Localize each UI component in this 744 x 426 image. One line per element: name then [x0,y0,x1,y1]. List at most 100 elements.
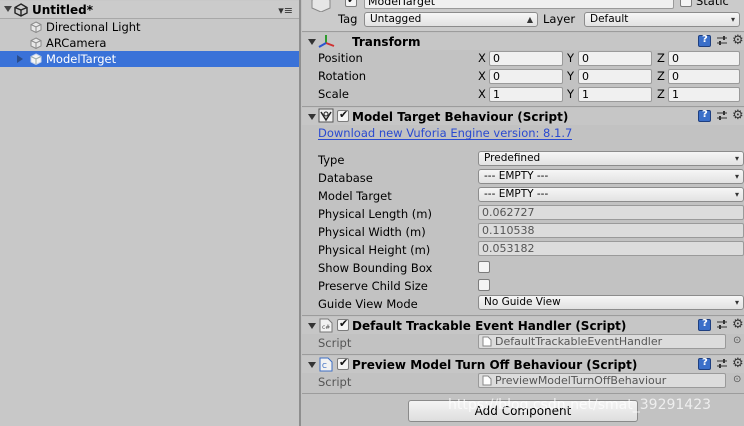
help-book-icon[interactable] [698,34,711,47]
dropdown-arrow-icon: ▾ [734,190,739,199]
add-component-button[interactable]: Add Component [408,400,638,422]
hierarchy-item-directional-light[interactable]: Directional Light [0,19,299,35]
type-dropdown[interactable]: Predefined ▾ [478,151,744,166]
svg-text:C: C [322,362,327,370]
script-value: PreviewModelTurnOffBehaviour [495,374,667,387]
download-vuforia-link[interactable]: Download new Vuforia Engine version: 8.1… [318,127,573,140]
help-book-icon[interactable] [698,318,711,331]
type-value: Predefined [484,152,541,164]
dropdown-arrow-icon: ▾ [734,298,739,307]
csharp-script-icon: c# [319,318,333,333]
divider [302,106,744,107]
rotation-label: Rotation [318,69,367,83]
position-z-field[interactable]: 0 [668,51,740,66]
active-checkbox[interactable] [345,0,357,7]
database-dropdown[interactable]: --- EMPTY --- ▾ [478,169,744,184]
dropdown-arrow-icon: ▾ [734,172,739,181]
axis-x-label: X [478,69,486,83]
axis-x-label: X [478,51,486,65]
scene-header[interactable]: Untitled* ▾≡ [0,1,299,19]
transform-foldout-icon[interactable] [308,39,316,45]
layer-label: Layer [543,12,576,26]
gear-icon[interactable]: ⚙ [732,357,744,370]
hierarchy-item-label: Directional Light [46,20,141,34]
vuforia-script-icon [318,108,334,123]
physical-width-label: Physical Width (m) [318,225,426,239]
help-book-icon[interactable] [698,357,711,370]
tag-value: Untagged [370,13,422,25]
divider [302,315,744,316]
gear-icon[interactable]: ⚙ [732,109,744,122]
scale-label: Scale [318,87,349,101]
preset-sliders-icon[interactable] [716,110,728,122]
scale-y-field[interactable]: 1 [578,87,652,102]
help-book-icon[interactable] [698,109,711,122]
divider [302,31,744,32]
dropdown-arrow-icon: ▾ [734,154,739,163]
physical-height-label: Physical Height (m) [318,243,431,257]
hierarchy-item-arcamera[interactable]: ARCamera [0,35,299,51]
rotation-x-field[interactable]: 0 [489,69,563,84]
axis-y-label: Y [567,87,575,101]
position-x-field[interactable]: 0 [489,51,563,66]
preset-sliders-icon[interactable] [716,319,728,331]
show-bounding-box-checkbox[interactable] [478,261,490,273]
hierarchy-item-label: ModelTarget [46,52,117,66]
axis-z-label: Z [657,51,665,65]
model-target-value: --- EMPTY --- [484,188,549,200]
expand-arrow-icon[interactable] [17,55,23,63]
physical-height-field[interactable]: 0.053182 [478,241,744,256]
position-label: Position [318,51,363,65]
event-handler-enabled-checkbox[interactable] [337,317,349,331]
event-handler-foldout-icon[interactable] [308,323,316,329]
dropdown-arrow-icon: ▲ [526,15,533,24]
scene-title: Untitled* [32,3,93,17]
preview-script-field[interactable]: PreviewModelTurnOffBehaviour [478,373,726,388]
position-y-field[interactable]: 0 [578,51,652,66]
layer-dropdown[interactable]: Default ▾ [584,12,740,27]
hierarchy-item-modeltarget[interactable]: ModelTarget [0,51,299,67]
axis-z-label: Z [657,69,665,83]
preserve-child-size-checkbox[interactable] [478,279,490,291]
gear-icon[interactable]: ⚙ [732,34,744,47]
csharp-script-icon: C [319,357,333,372]
dropdown-arrow-icon: ▾ [730,15,735,24]
rotation-y-field[interactable]: 0 [578,69,652,84]
preset-sliders-icon[interactable] [716,35,728,47]
gameobject-cube-icon [30,37,42,49]
preview-behaviour-foldout-icon[interactable] [308,362,316,368]
script-file-icon [482,336,492,347]
scene-menu-icon[interactable]: ▾≡ [278,4,293,17]
inspector-panel: ModelTarget Static Tag Untagged ▲ Layer … [302,0,744,426]
preset-sliders-icon[interactable] [716,358,728,370]
type-label: Type [318,153,345,167]
guide-view-mode-dropdown[interactable]: No Guide View ▾ [478,295,744,310]
layer-value: Default [590,13,629,25]
guide-view-mode-label: Guide View Mode [318,297,418,311]
physical-length-field[interactable]: 0.062727 [478,205,744,220]
model-target-label: Model Target [318,189,392,203]
event-handler-script-field[interactable]: DefaultTrackableEventHandler [478,334,726,349]
scene-foldout-icon[interactable] [4,6,12,12]
event-handler-title: Default Trackable Event Handler (Script) [352,319,627,333]
scale-z-field[interactable]: 1 [668,87,740,102]
model-target-dropdown[interactable]: --- EMPTY --- ▾ [478,187,744,202]
object-picker-icon[interactable]: ⊙ [733,335,741,346]
static-checkbox[interactable] [680,0,692,7]
model-target-enabled-checkbox[interactable] [337,108,349,122]
transform-title: Transform [352,35,421,49]
gear-icon[interactable]: ⚙ [732,318,744,331]
preview-behaviour-enabled-checkbox[interactable] [337,356,349,370]
panel-splitter[interactable] [299,0,301,426]
object-name-field[interactable]: ModelTarget [364,0,674,9]
axis-z-label: Z [657,87,665,101]
tag-label: Tag [338,12,358,26]
model-target-foldout-icon[interactable] [308,114,316,120]
script-label: Script [318,336,352,350]
physical-width-field[interactable]: 0.110538 [478,223,744,238]
rotation-z-field[interactable]: 0 [668,69,740,84]
svg-text:c#: c# [322,324,330,331]
object-picker-icon[interactable]: ⊙ [733,374,741,385]
tag-dropdown[interactable]: Untagged ▲ [364,12,538,27]
scale-x-field[interactable]: 1 [489,87,563,102]
